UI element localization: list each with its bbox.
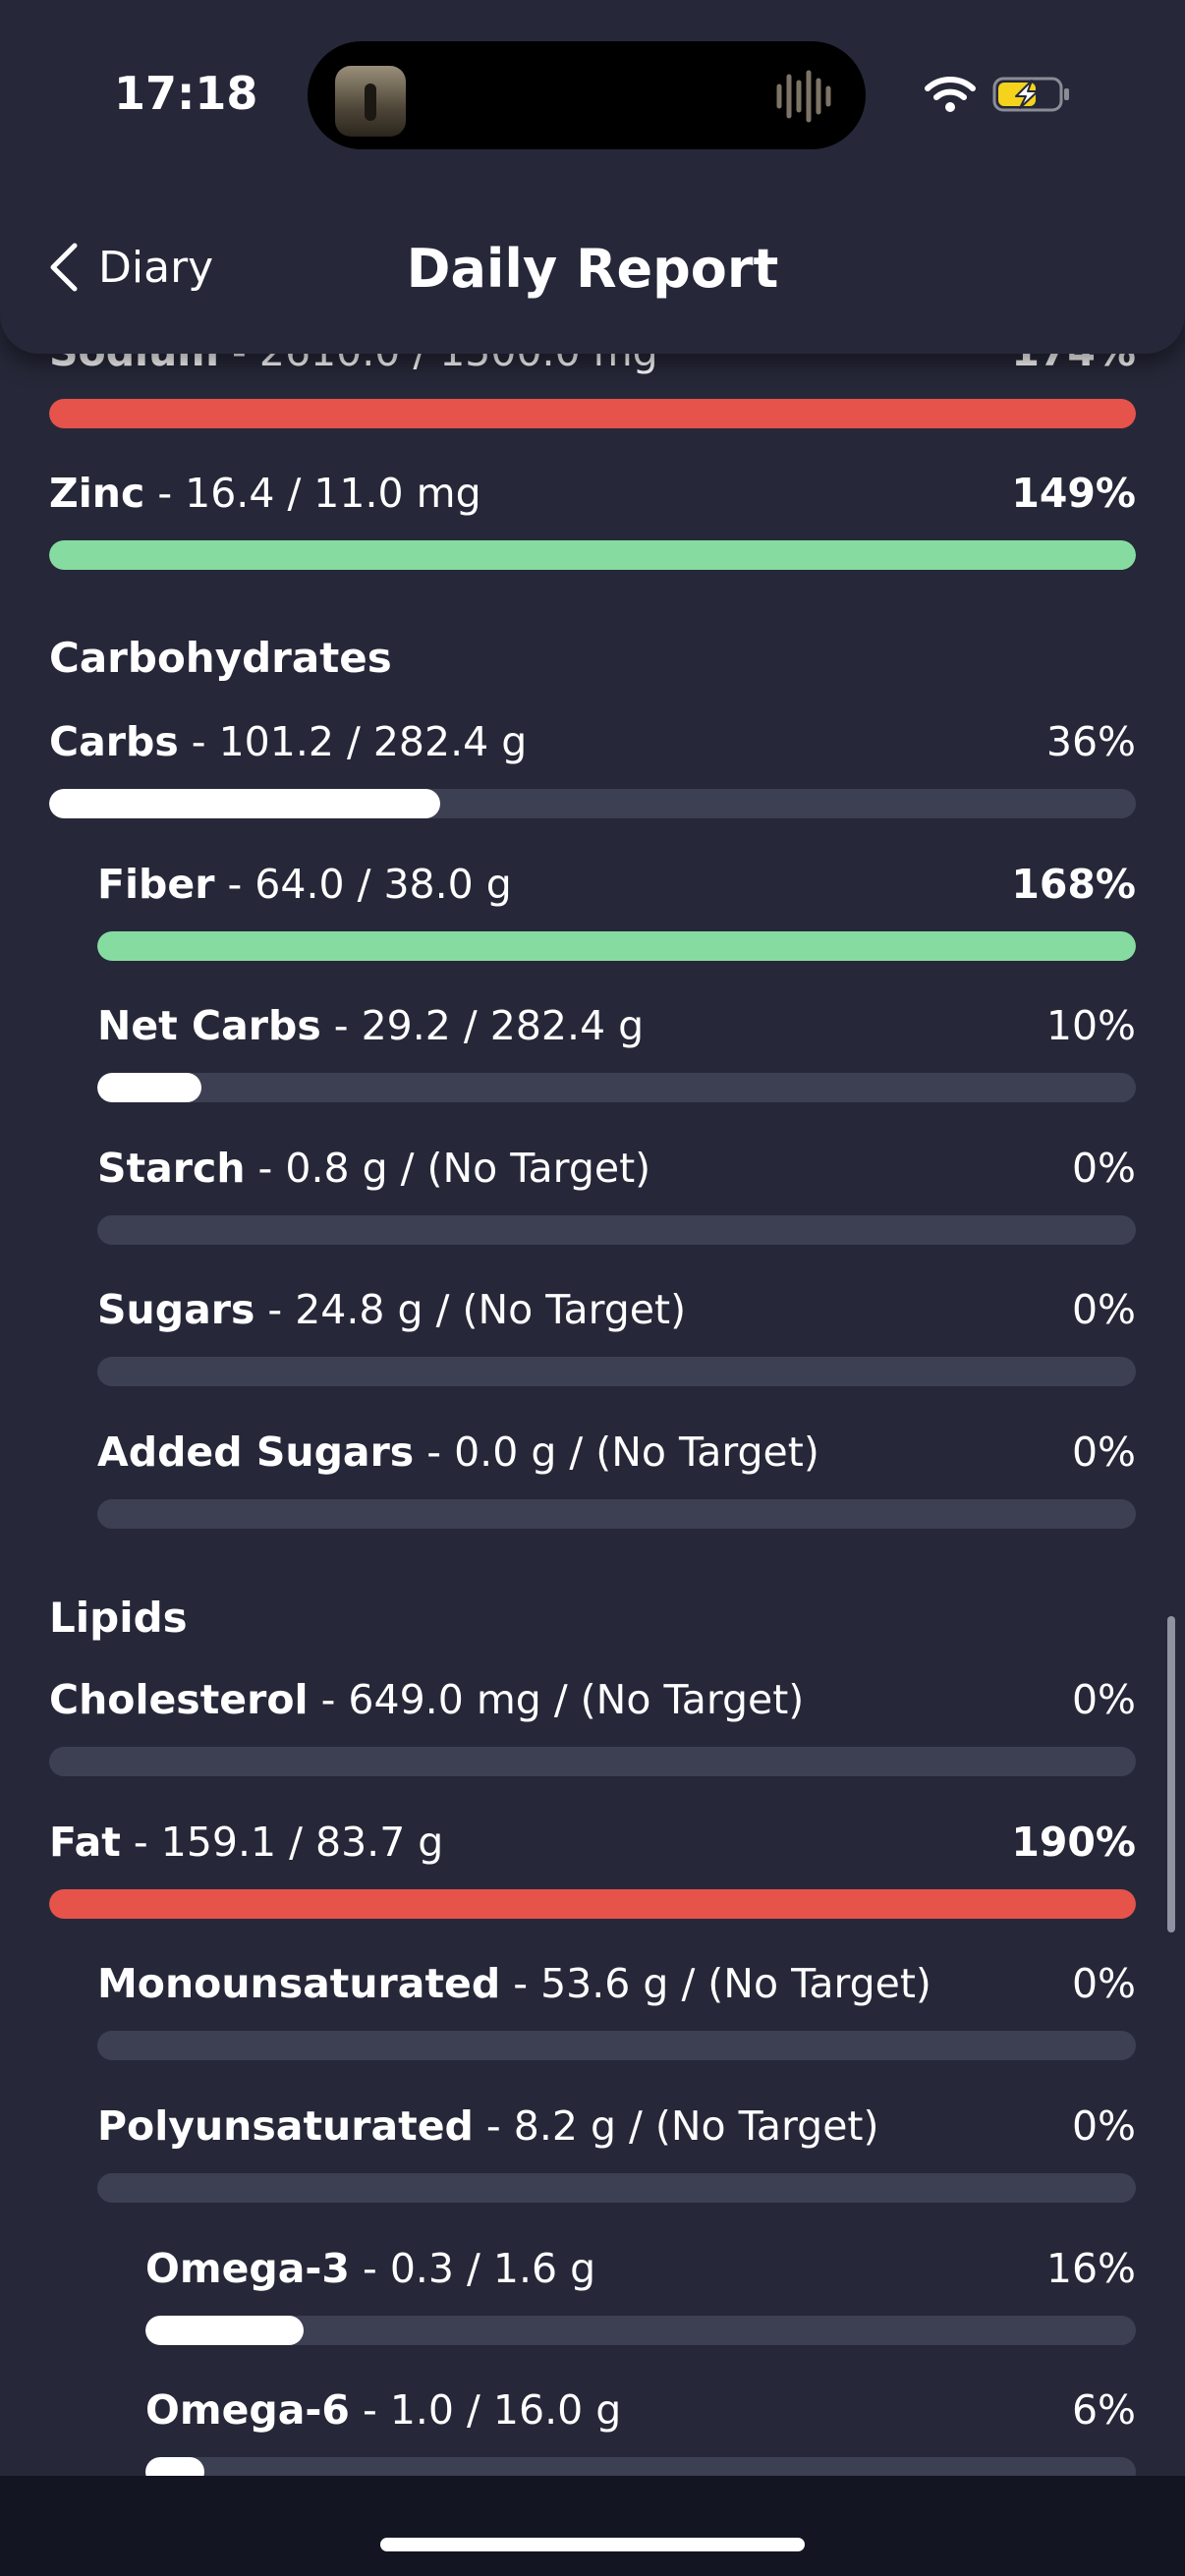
section-title-carbohydrates: Carbohydrates [49, 634, 392, 682]
nutrient-detail: - 0.3 / 1.6 g [349, 2245, 596, 2292]
status-bar: 17:18 [0, 0, 1185, 177]
nutrient-name: Omega-6 [145, 2386, 350, 2434]
nutrient-percent: 190% [1011, 1819, 1136, 1866]
nutrient-name: Starch [97, 1145, 246, 1192]
progress-track [49, 1747, 1136, 1776]
nutrient-row-sugars: Sugars - 24.8 g / (No Target) 0% [97, 1280, 1136, 1388]
progress-fill [145, 2316, 305, 2345]
nutrient-detail: - 53.6 g / (No Target) [500, 1960, 931, 2007]
nutrient-row-omega-6: Omega-6 - 1.0 / 16.0 g 6% [145, 2380, 1136, 2476]
nutrient-percent: 6% [1071, 2386, 1136, 2434]
scroll-indicator [1167, 1616, 1175, 1932]
progress-fill [145, 2457, 205, 2476]
nutrient-row-starch: Starch - 0.8 g / (No Target) 0% [97, 1139, 1136, 1247]
home-indicator-area [0, 2476, 1185, 2576]
progress-track [49, 1889, 1136, 1919]
nutrient-name: Cholesterol [49, 1676, 309, 1723]
nutrient-row-cholesterol: Cholesterol - 649.0 mg / (No Target) 0% [49, 1670, 1136, 1778]
nutrient-detail: - 29.2 / 282.4 g [320, 1002, 645, 1049]
progress-track [97, 1499, 1136, 1529]
now-playing-thumbnail [335, 66, 406, 137]
status-time: 17:18 [114, 67, 258, 120]
nutrient-percent: 0% [1071, 2102, 1136, 2150]
navigation-bar: Diary Daily Report [0, 167, 1185, 354]
wifi-icon [925, 77, 976, 112]
progress-fill [97, 1073, 201, 1102]
nutrient-row-zinc: Zinc - 16.4 / 11.0 mg 149% [49, 464, 1136, 572]
nutrient-detail: - 16.4 / 11.0 mg [144, 470, 481, 517]
section-title-lipids: Lipids [49, 1594, 188, 1642]
nutrient-percent: 10% [1045, 1002, 1136, 1049]
nutrient-name: Added Sugars [97, 1428, 415, 1476]
progress-fill [49, 540, 1136, 570]
nutrient-name: Polyunsaturated [97, 2102, 474, 2150]
nutrient-percent: 0% [1071, 1676, 1136, 1723]
nutrient-name: Sugars [97, 1286, 255, 1333]
nutrient-name: Omega-3 [145, 2245, 350, 2292]
nutrient-row-carbs: Carbs - 101.2 / 282.4 g 36% [49, 712, 1136, 820]
progress-track [97, 2173, 1136, 2203]
nutrient-detail: - 159.1 / 83.7 g [120, 1819, 444, 1866]
nutrient-percent: 149% [1011, 470, 1136, 517]
nutrient-row-fiber: Fiber - 64.0 / 38.0 g 168% [97, 855, 1136, 963]
nutrient-detail: - 101.2 / 282.4 g [178, 718, 528, 765]
nutrient-row-added-sugars: Added Sugars - 0.0 g / (No Target) 0% [97, 1423, 1136, 1531]
progress-track [97, 2031, 1136, 2060]
progress-track [49, 540, 1136, 570]
nutrient-percent: 0% [1071, 1145, 1136, 1192]
nutrient-detail: - 0.0 g / (No Target) [414, 1428, 819, 1476]
nutrient-name: Fiber [97, 861, 215, 908]
progress-fill [97, 931, 1136, 961]
nutrient-percent: 16% [1045, 2245, 1136, 2292]
progress-track [49, 399, 1136, 428]
nutrient-name: Monounsaturated [97, 1960, 501, 2007]
nutrient-row-fat: Fat - 159.1 / 83.7 g 190% [49, 1813, 1136, 1921]
nutrient-name: Net Carbs [97, 1002, 321, 1049]
nutrient-detail: - 649.0 mg / (No Target) [308, 1676, 805, 1723]
nutrient-row-omega-3: Omega-3 - 0.3 / 1.6 g 16% [145, 2239, 1136, 2347]
page-title: Daily Report [406, 238, 779, 300]
dynamic-island[interactable] [308, 41, 866, 149]
nutrient-detail: - 24.8 g / (No Target) [254, 1286, 687, 1333]
nutrient-name: Fat [49, 1819, 121, 1866]
progress-track [97, 1357, 1136, 1386]
nutrient-row-monounsaturated: Monounsaturated - 53.6 g / (No Target) 0% [97, 1954, 1136, 2062]
nutrient-detail: - 0.8 g / (No Target) [245, 1145, 651, 1192]
progress-fill [49, 1889, 1136, 1919]
nutrient-detail: - 1.0 / 16.0 g [349, 2386, 622, 2434]
nutrient-percent: 36% [1045, 718, 1136, 765]
progress-track [145, 2457, 1136, 2476]
nutrient-percent: 0% [1071, 1428, 1136, 1476]
nutrient-name: Zinc [49, 470, 145, 517]
progress-fill [49, 789, 441, 818]
home-indicator[interactable] [380, 2538, 805, 2551]
audio-waveform-icon [776, 70, 831, 123]
nutrient-percent: 0% [1071, 1960, 1136, 2007]
nutrient-row-polyunsaturated: Polyunsaturated - 8.2 g / (No Target) 0% [97, 2097, 1136, 2205]
battery-charging-icon [992, 77, 1069, 112]
nutrient-percent: 0% [1071, 1286, 1136, 1333]
progress-track [97, 1215, 1136, 1245]
nutrient-detail: - 8.2 g / (No Target) [473, 2102, 879, 2150]
nutrient-name: Carbs [49, 718, 179, 765]
nutrient-percent: 168% [1011, 861, 1136, 908]
nutrient-detail: - 64.0 / 38.0 g [214, 861, 512, 908]
progress-track [49, 789, 1136, 818]
progress-fill [49, 399, 1136, 428]
progress-track [97, 931, 1136, 961]
report-scroll-area[interactable]: Sodium - 2610.0 / 1500.0 mg174% Zinc - 1… [0, 0, 1185, 2476]
nutrient-row-net-carbs: Net Carbs - 29.2 / 282.4 g 10% [97, 996, 1136, 1104]
progress-track [97, 1073, 1136, 1102]
progress-track [145, 2316, 1136, 2345]
